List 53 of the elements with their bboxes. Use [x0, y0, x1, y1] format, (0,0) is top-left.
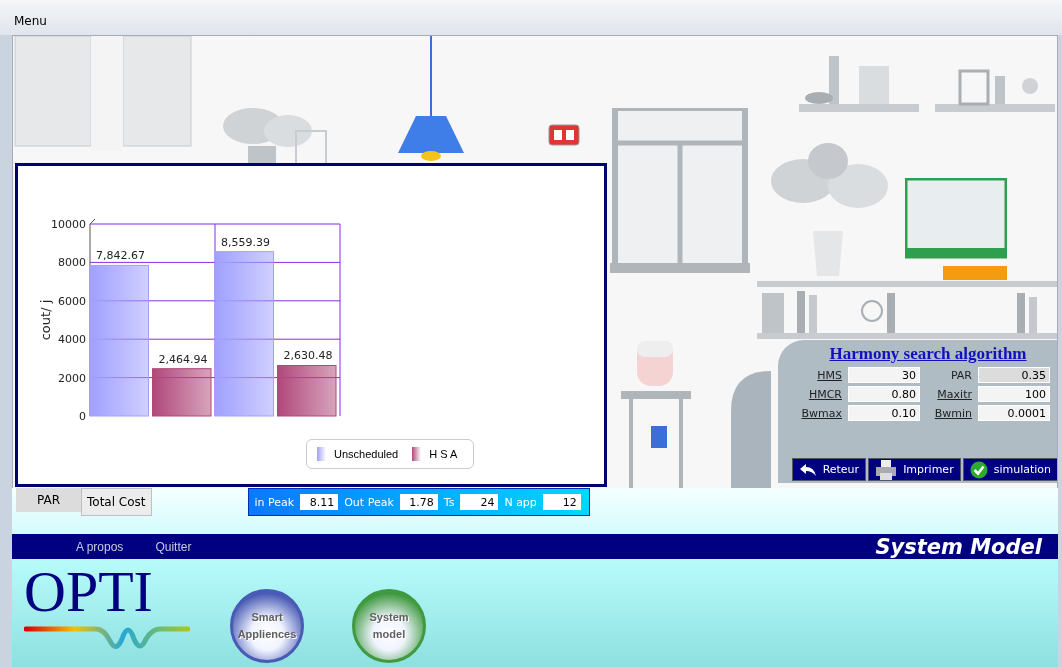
tab[interactable]: Total Cost — [81, 488, 152, 516]
input-field[interactable]: 30 — [848, 367, 920, 383]
field-label: Ts — [443, 495, 455, 509]
input-field[interactable]: 0.80 — [848, 386, 920, 402]
tick-label: 6000 — [58, 294, 86, 308]
panel-title: Harmony search algorithm — [829, 344, 1027, 364]
data-label: 7,842.67 — [96, 249, 145, 263]
axis-label: cout/ j — [38, 299, 53, 341]
bar — [277, 365, 337, 417]
page-title: System Model — [875, 534, 1042, 559]
input-field[interactable]: 1.78 — [399, 494, 438, 510]
field-label: Bwmin — [933, 406, 972, 420]
tick-label: 8000 — [58, 256, 86, 270]
field-label: Out Peak — [344, 495, 394, 509]
tick-label: 0 — [79, 410, 86, 423]
back-arrow-icon — [798, 462, 817, 477]
round-button[interactable]: Smart Appliences — [230, 589, 304, 663]
input-field[interactable]: 0.10 — [848, 405, 920, 421]
tab[interactable]: PAR — [16, 488, 81, 512]
field-label: HMCR — [807, 387, 842, 401]
input-field[interactable]: 8.11 — [300, 494, 339, 510]
field-label: in Peak — [254, 495, 295, 509]
nav-link[interactable]: Quitter — [155, 539, 192, 554]
bar — [152, 368, 212, 417]
check-icon — [969, 460, 988, 479]
menu-item[interactable]: Menu — [6, 0, 53, 30]
legend-swatch — [412, 447, 422, 461]
tick-label: 10000 — [51, 218, 86, 231]
legend-label: H S A — [429, 448, 458, 460]
data-label: 2,464.94 — [158, 352, 208, 366]
input-field[interactable]: 100 — [978, 386, 1050, 402]
field-label: Maxitr — [936, 387, 972, 401]
logo-text: OPTI — [24, 565, 154, 619]
tick-label: 2000 — [58, 371, 86, 385]
nav-link[interactable]: A propos — [76, 539, 124, 554]
legend-label: Unscheduled — [334, 448, 399, 460]
field-label: HMS — [816, 368, 842, 382]
input-field[interactable]: 12 — [542, 494, 581, 510]
back-button[interactable]: Reteur — [791, 458, 867, 481]
printer-icon — [875, 458, 898, 481]
print-button[interactable]: Imprimer — [868, 458, 961, 481]
socket-drawing — [548, 124, 580, 146]
legend-swatch — [317, 447, 326, 461]
data-label: 2,630.48 — [283, 349, 333, 363]
tick-label: 4000 — [58, 333, 86, 347]
round-button[interactable]: System model — [352, 589, 426, 663]
input-field[interactable]: 0.0001 — [978, 405, 1050, 421]
simulation-button[interactable]: simulation — [962, 458, 1057, 481]
input-field[interactable]: 24 — [460, 494, 499, 510]
field-label: N app — [504, 495, 537, 509]
data-label: 8,559.39 — [221, 235, 270, 249]
field-label: PAR — [949, 368, 972, 382]
field-label: Bwmax — [800, 406, 842, 420]
